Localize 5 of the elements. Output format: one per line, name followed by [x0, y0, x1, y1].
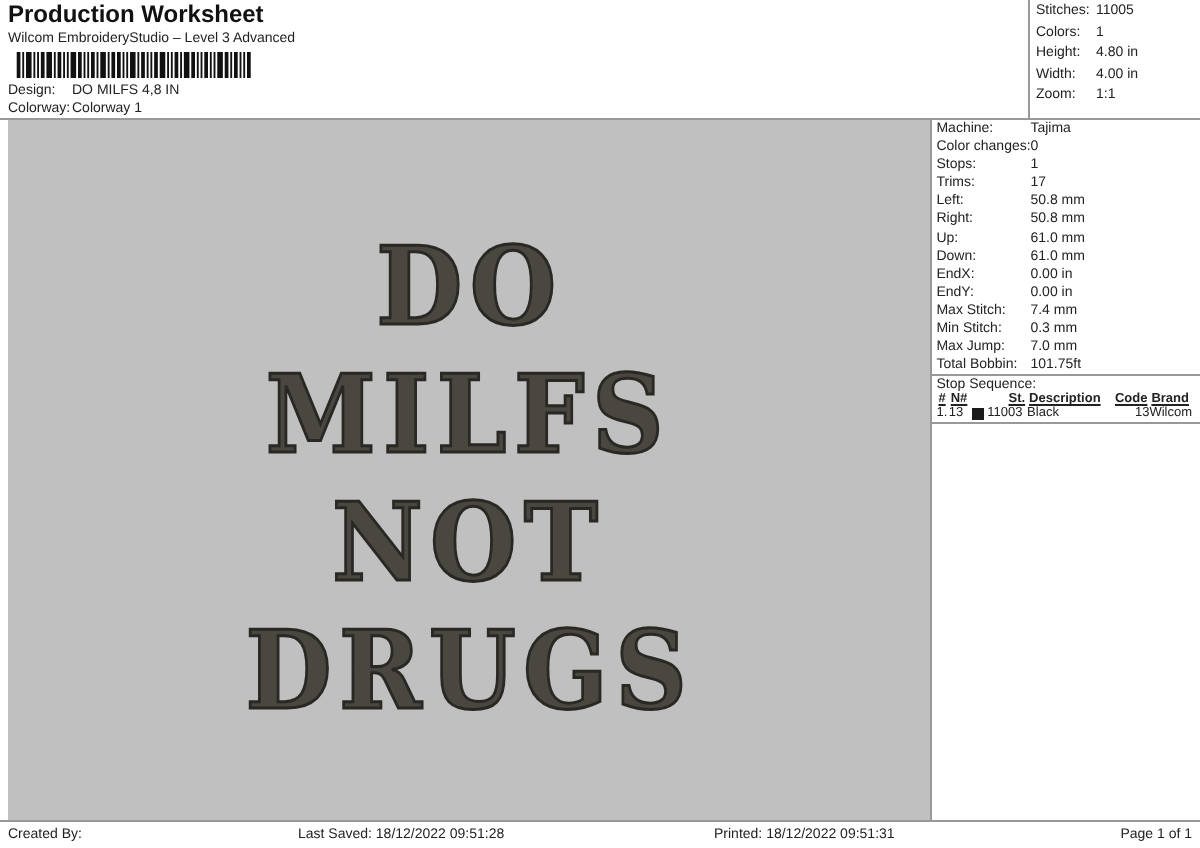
embroidered-text: DO	[375, 222, 563, 350]
worksheet-title: Production Worksheet	[8, 0, 266, 30]
embroidered-text: MILFS	[266, 350, 672, 478]
embroidered-text: NOT	[332, 478, 606, 606]
embroidered-text: DRUGS	[244, 606, 694, 734]
